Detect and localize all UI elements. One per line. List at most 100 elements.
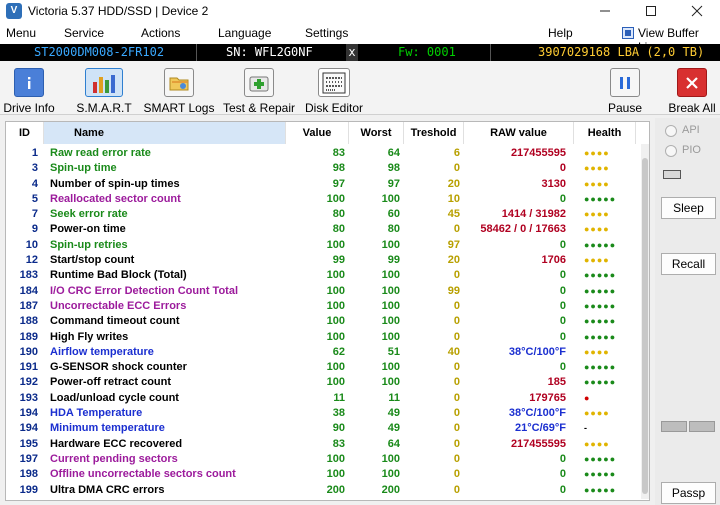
attr-treshold-cell: 6 [453,147,460,159]
column-header-worst[interactable]: Worst [349,122,404,144]
menu-menu[interactable]: Menu [6,26,36,40]
attr-value-cell: 100 [326,238,345,251]
attr-name-cell: Minimum temperature [50,422,165,435]
menu-actions[interactable]: Actions [141,26,180,40]
test-repair-button[interactable]: Test & Repair [222,61,296,115]
passp-button[interactable]: Passp [661,482,716,504]
attr-name-cell: G-SENSOR shock counter [50,361,187,374]
attr-worst-cell: 100 [381,284,400,297]
table-row[interactable]: 5 Reallocated sector count 100 100 10 0 ●●●●● [6,192,646,207]
api-radio[interactable] [665,125,677,137]
table-row[interactable]: 184 I/O CRC Error Detection Count Total 10… [6,284,646,299]
attr-value-cell: 100 [326,452,345,465]
table-row[interactable]: 7 Seek error rate 80 60 45 1414 / 31982 ●●●● [6,207,646,222]
menu-service[interactable]: Service [64,26,104,40]
break-all-button[interactable]: Break All [666,61,718,115]
attr-raw-value-cell: 0 [559,452,566,465]
attr-raw-value-cell: 179765 [529,391,566,404]
attr-id-cell: 191 [19,361,38,374]
table-row[interactable]: 188 Command timeout count 100 100 0 0 ●●●●● [6,314,646,329]
table-row[interactable]: 189 High Fly writes 100 100 0 0 ●●●●● [6,330,646,345]
close-icon[interactable] [674,0,720,22]
attr-value-cell: 100 [326,192,345,205]
menu-help[interactable]: Help [548,26,573,40]
table-row[interactable]: 10 Spin-up retries 100 100 97 0 ●●●●● [6,238,646,253]
attr-id-cell: 188 [19,315,38,328]
column-header-id[interactable]: ID [6,122,44,144]
attr-name-cell: Runtime Bad Block (Total) [50,269,187,282]
view-buffer-live-checkbox[interactable] [622,27,634,39]
mini-toggle-button[interactable] [661,421,687,432]
attr-worst-cell: 100 [381,361,400,374]
table-row[interactable]: 12 Start/stop count 99 99 20 1706 ●●●● [6,253,646,268]
attr-treshold-cell: 20 [447,254,460,267]
attr-name-cell: Raw read error rate [50,147,151,159]
table-row[interactable]: 195 Hardware ECC recovered 83 64 0 217455595 ●… [6,437,646,452]
sleep-button[interactable]: Sleep [661,197,716,219]
minimize-icon[interactable] [582,0,628,22]
scrollbar-thumb[interactable] [642,158,648,494]
pause-button[interactable]: Pause [606,61,644,115]
attr-raw-value-cell: 3130 [541,177,566,190]
attr-raw-value-cell: 0 [559,192,566,205]
attr-name-cell: Power-on time [50,223,126,236]
table-row[interactable]: 190 Airflow temperature 62 51 40 38°C/100°F ●●… [6,345,646,360]
column-header-value[interactable]: Value [286,122,349,144]
test-repair-label: Test & Repair [222,101,296,115]
attr-worst-cell: 100 [381,238,400,251]
table-row[interactable]: 3 Spin-up time 98 98 0 0 ●●●● [6,161,646,176]
disk-editor-button[interactable]: Disk Editor [305,61,363,115]
attr-name-cell: Reallocated sector count [50,192,181,205]
table-header: ID Name Value Worst Treshold RAW value H… [6,122,646,144]
attr-name-cell: Power-off retract count [50,376,172,389]
menu-settings[interactable]: Settings [305,26,348,40]
attr-worst-cell: 80 [387,223,400,236]
attr-raw-value-cell: 0 [559,315,566,328]
attr-raw-value-cell: 0 [559,330,566,343]
attr-value-cell: 98 [332,162,345,175]
attr-value-cell: 99 [332,254,345,267]
table-row[interactable]: 1 Raw read error rate 83 64 6 217455595 ●●●● [6,146,646,161]
attr-health-cell: ●●●●● [584,270,617,281]
table-row[interactable]: 187 Uncorrectable ECC Errors 100 100 0 0 ●●●●● [6,299,646,314]
attr-treshold-cell: 97 [447,238,460,251]
attr-treshold-cell: 0 [453,315,460,328]
pio-radio[interactable] [665,145,677,157]
table-row[interactable]: 183 Runtime Bad Block (Total) 100 100 0 0 ●●●●… [6,268,646,283]
drive-info-button[interactable]: Drive Info [3,61,55,115]
attr-id-cell: 192 [19,376,38,389]
smart-button[interactable]: S.M.A.R.T [76,61,132,115]
attr-id-cell: 194 [19,407,38,420]
table-row[interactable]: 197 Current pending sectors 100 100 0 0 ●●●●● [6,452,646,467]
table-scrollbar[interactable] [641,144,649,499]
table-row[interactable]: 199 Ultra DMA CRC errors 200 200 0 0 ●●●●● [6,483,646,498]
attr-worst-cell: 100 [381,192,400,205]
table-row[interactable]: 193 Load/unload cycle count 11 11 0 179765 ● [6,391,646,406]
recall-button[interactable]: Recall [661,253,716,275]
column-header-name[interactable]: Name [44,122,286,144]
column-header-health[interactable]: Health [574,122,636,144]
mini-toggle-button[interactable] [689,421,715,432]
smart-logs-button[interactable]: SMART Logs [144,61,214,115]
attr-id-cell: 194 [19,422,38,435]
menu-language[interactable]: Language [218,26,271,40]
column-header-treshold[interactable]: Treshold [404,122,464,144]
attr-name-cell: Spin-up time [50,162,117,175]
attr-raw-value-cell: 0 [559,284,566,297]
table-row[interactable]: 192 Power-off retract count 100 100 0 185 ●●●●… [6,375,646,390]
device-firmware: Fw: 0001 [398,45,456,59]
table-row[interactable]: 198 Offline uncorrectable sectors count 10… [6,467,646,482]
table-row[interactable]: 191 G-SENSOR shock counter 100 100 0 0 ●●●●● [6,360,646,375]
maximize-icon[interactable] [628,0,674,22]
window-controls [582,0,720,22]
attr-value-cell: 100 [326,330,345,343]
attr-id-cell: 197 [19,452,38,465]
column-header-raw-value[interactable]: RAW value [464,122,574,144]
table-row[interactable]: 194 Minimum temperature 90 49 0 21°C/69°F - [6,421,646,436]
table-row[interactable]: 194 HDA Temperature 38 49 0 38°C/100°F ●●●● [6,406,646,421]
attr-treshold-cell: 0 [453,483,460,496]
table-row[interactable]: 9 Power-on time 80 80 0 58462 / 0 / 17663 ●●●● [6,222,646,237]
attr-health-cell: ● [584,392,591,403]
device-close-button[interactable]: x [346,44,358,61]
table-row[interactable]: 4 Number of spin-up times 97 97 20 3130 ●●●● [6,177,646,192]
